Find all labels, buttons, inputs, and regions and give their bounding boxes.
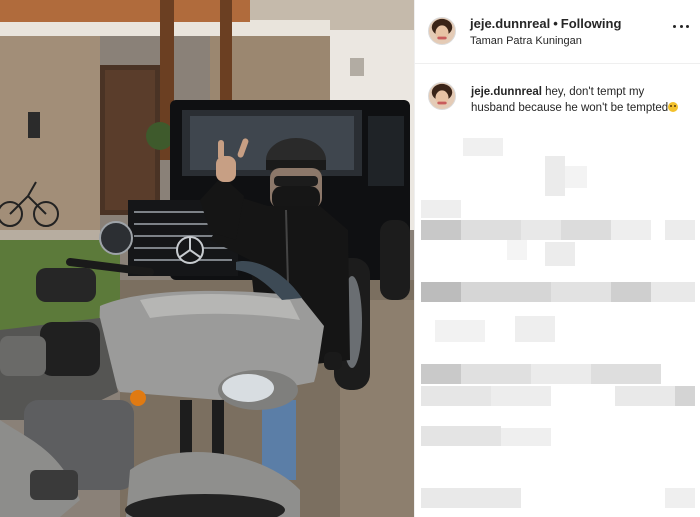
post-photo[interactable] [0,0,414,517]
more-dot [686,24,689,28]
following-button[interactable]: Following [561,16,622,31]
post-image [0,0,414,517]
name-row: jeje.dunnreal • Following [470,16,621,31]
avatar-image [429,83,455,109]
more-dot [679,24,683,28]
more-options-icon[interactable] [673,24,689,28]
caption-author-avatar[interactable] [428,82,456,110]
dizzy-face-emoji-icon [668,102,679,112]
post-location[interactable]: Taman Patra Kuningan [470,35,621,47]
caption-text: jeje.dunnreal hey, don't tempt my husban… [471,84,689,116]
caption-username[interactable]: jeje.dunnreal [471,86,542,98]
blurred-comments [415,130,700,517]
author-username[interactable]: jeje.dunnreal [470,16,550,31]
author-avatar[interactable] [428,17,456,45]
separator-dot: • [553,16,558,31]
avatar-image [429,18,455,44]
more-dot [673,24,676,28]
post-header: jeje.dunnreal • Following Taman Patra Kuni… [415,0,700,64]
post-details-panel: jeje.dunnreal • Following Taman Patra Kuni… [414,0,700,517]
header-text: jeje.dunnreal • Following Taman Patra Kuni… [470,16,621,47]
